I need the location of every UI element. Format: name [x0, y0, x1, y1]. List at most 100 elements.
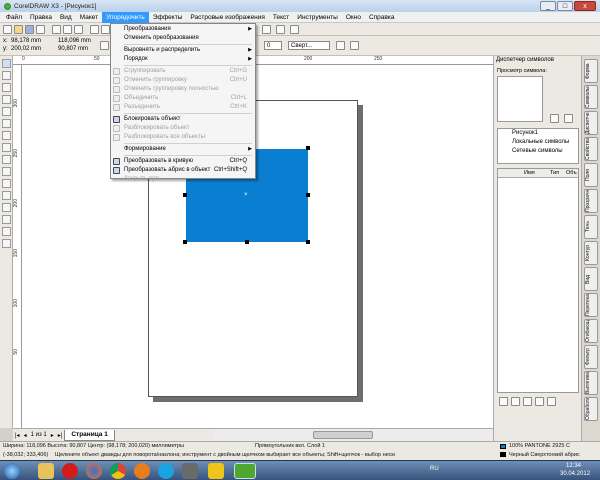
- interactive-blend-tool-icon[interactable]: [2, 191, 11, 200]
- menu-item[interactable]: Блокировать объект: [111, 115, 255, 124]
- menu-effects[interactable]: Эффекты: [149, 12, 187, 23]
- zoom-icon[interactable]: [262, 25, 271, 34]
- column-type[interactable]: Тип: [550, 170, 559, 176]
- eyedropper-tool-icon[interactable]: [2, 203, 11, 212]
- x-field[interactable]: 98,178 mm: [11, 38, 41, 44]
- clock-date[interactable]: 30.04.2012: [560, 471, 590, 477]
- selection-handle[interactable]: [183, 193, 187, 197]
- paste-icon[interactable]: [74, 25, 83, 34]
- docker-tab[interactable]: Прозрачность: [584, 189, 598, 213]
- batman-icon[interactable]: [208, 463, 224, 479]
- docker-tab[interactable]: Символы: [584, 85, 598, 109]
- width-field[interactable]: 118,096 mm: [58, 38, 91, 44]
- maximize-button[interactable]: □: [557, 1, 573, 11]
- menu-file[interactable]: Файл: [2, 12, 26, 23]
- menu-help[interactable]: Справка: [365, 12, 399, 23]
- app-icon[interactable]: [182, 463, 198, 479]
- menu-item[interactable]: Преобразовать абрис в объект Ctrl+Shift+Q: [111, 166, 255, 175]
- save-icon[interactable]: [25, 25, 34, 34]
- rectangle-tool-icon[interactable]: [2, 131, 11, 140]
- docker-bottom-button[interactable]: [511, 397, 520, 406]
- tree-item-local[interactable]: Локальные символы: [512, 139, 569, 145]
- new-icon[interactable]: [3, 25, 12, 34]
- drawing-canvas[interactable]: ×: [22, 65, 493, 428]
- freehand-tool-icon[interactable]: [2, 107, 11, 116]
- polygon-tool-icon[interactable]: [2, 155, 11, 164]
- firefox-icon[interactable]: [86, 463, 102, 479]
- menu-edit[interactable]: Правка: [26, 12, 56, 23]
- menu-item[interactable]: Выровнять и распределить ▶: [111, 46, 255, 55]
- corel-online-icon[interactable]: [290, 25, 299, 34]
- menu-view[interactable]: Вид: [56, 12, 76, 23]
- print-icon[interactable]: [36, 25, 45, 34]
- menu-item[interactable]: Преобразования ▶: [111, 25, 255, 34]
- menu-item[interactable]: Формирование ▶: [111, 145, 255, 154]
- selection-handle[interactable]: [183, 240, 187, 244]
- menu-item[interactable]: Отменить преобразования: [111, 34, 255, 43]
- next-page-icon[interactable]: ▸: [49, 432, 56, 439]
- crop-tool-icon[interactable]: [2, 83, 11, 92]
- page-tab[interactable]: Страница 1: [64, 429, 115, 441]
- opera-icon[interactable]: [62, 463, 78, 479]
- docker-tab[interactable]: Диспетчер: [584, 111, 598, 135]
- media-player-icon[interactable]: [134, 463, 150, 479]
- menu-tools[interactable]: Инструменты: [293, 12, 342, 23]
- copy-icon[interactable]: [63, 25, 72, 34]
- docker-tab[interactable]: Фильтр: [584, 345, 598, 369]
- skype-icon[interactable]: [158, 463, 174, 479]
- menu-bitmaps[interactable]: Растровые изображения: [186, 12, 269, 23]
- start-button-icon[interactable]: [4, 463, 20, 479]
- redo-icon[interactable]: [101, 25, 110, 34]
- docker-button[interactable]: [550, 114, 559, 123]
- shape-tool-icon[interactable]: [2, 71, 11, 80]
- menu-window[interactable]: Окно: [342, 12, 365, 23]
- last-page-icon[interactable]: ▸|: [56, 432, 65, 439]
- outline-tool-icon[interactable]: [2, 215, 11, 224]
- docker-tab[interactable]: Контур: [584, 241, 598, 265]
- minimize-button[interactable]: _: [540, 1, 556, 11]
- interactive-fill-tool-icon[interactable]: [2, 239, 11, 248]
- docker-bottom-button[interactable]: [535, 397, 544, 406]
- docker-tab[interactable]: Перетекание: [584, 293, 598, 317]
- explorer-icon[interactable]: [38, 463, 54, 479]
- docker-tab[interactable]: Вытягивание: [584, 371, 598, 395]
- height-field[interactable]: 90,807 mm: [58, 46, 88, 52]
- selection-handle[interactable]: [245, 240, 249, 244]
- zoom-tool-icon[interactable]: [2, 95, 11, 104]
- cut-icon[interactable]: [52, 25, 61, 34]
- menu-item[interactable]: Преобразовать в кривую Ctrl+Q: [111, 157, 255, 166]
- chrome-icon[interactable]: [110, 463, 126, 479]
- docker-tab[interactable]: Тень: [584, 215, 598, 239]
- selection-handle[interactable]: [306, 240, 310, 244]
- docker-bottom-button[interactable]: [499, 397, 508, 406]
- docker-bottom-button[interactable]: [547, 397, 556, 406]
- docker-bottom-button[interactable]: [523, 397, 532, 406]
- first-page-icon[interactable]: |◂: [13, 432, 22, 439]
- prev-page-icon[interactable]: ◂: [22, 432, 29, 439]
- text-tool-icon[interactable]: [2, 179, 11, 188]
- column-objects[interactable]: Объ: [566, 170, 577, 176]
- open-icon[interactable]: [14, 25, 23, 34]
- docker-tab[interactable]: Поля: [584, 163, 598, 187]
- docker-tab[interactable]: Форма: [584, 59, 598, 83]
- docker-button[interactable]: [564, 114, 573, 123]
- tree-item-drawing[interactable]: Рисунок1: [512, 130, 538, 136]
- tree-item-network[interactable]: Сетевые символы: [512, 148, 563, 154]
- column-name[interactable]: Имя: [524, 170, 535, 176]
- menu-arrange[interactable]: Упорядочить: [102, 11, 149, 23]
- convert-curve-icon[interactable]: [336, 41, 345, 50]
- docker-tab[interactable]: Свойства: [584, 137, 598, 161]
- basic-shapes-tool-icon[interactable]: [2, 167, 11, 176]
- close-button[interactable]: x: [574, 1, 596, 11]
- wrap-text-icon[interactable]: [350, 41, 359, 50]
- clock-time[interactable]: 12:34: [566, 463, 581, 469]
- docker-tab[interactable]: Обработка: [584, 397, 598, 421]
- y-field[interactable]: 200,02 mm: [11, 46, 41, 52]
- outline-style-select[interactable]: Сверт...: [288, 41, 330, 50]
- menu-item[interactable]: Порядок ▶: [111, 55, 255, 64]
- ellipse-tool-icon[interactable]: [2, 143, 11, 152]
- menu-layout[interactable]: Макет: [76, 12, 102, 23]
- scroll-thumb[interactable]: [313, 431, 373, 439]
- app-launcher-icon[interactable]: [276, 25, 285, 34]
- lock-ratio-icon[interactable]: [100, 41, 109, 50]
